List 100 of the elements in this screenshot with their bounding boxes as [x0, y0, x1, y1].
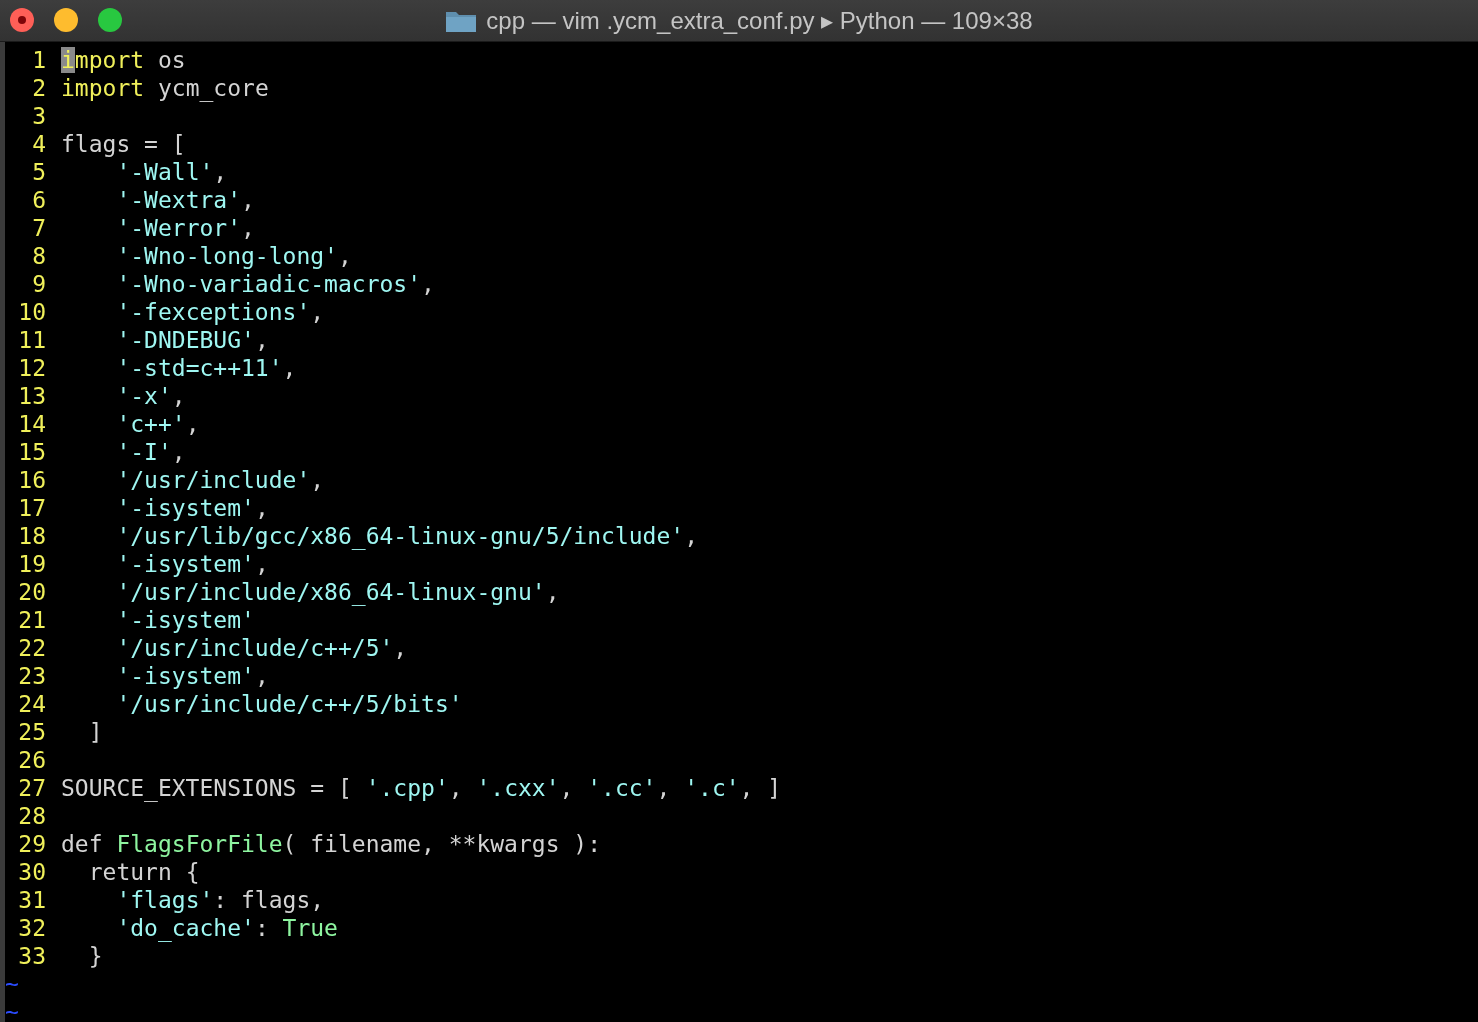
line-number: 31: [17, 886, 46, 914]
close-button[interactable]: [10, 8, 34, 32]
code-text: ,: [337, 243, 352, 269]
line-number: 5: [31, 158, 46, 186]
line-number: 12: [17, 354, 46, 382]
code-text: def: [61, 831, 104, 857]
keyword: import: [61, 75, 145, 101]
line-number: 9: [31, 270, 46, 298]
line-number: 32: [17, 914, 46, 942]
minimize-button[interactable]: [54, 8, 78, 32]
code-text: ,: [185, 411, 200, 437]
line-number: 26: [17, 746, 46, 774]
code-text: SOURCE_EXTENSIONS = [: [61, 775, 353, 801]
string-literal: '.cpp': [365, 775, 449, 801]
string-literal: '/usr/include': [116, 467, 311, 493]
string-literal: '-x': [116, 383, 172, 409]
string-literal: 'do_cache': [116, 915, 255, 941]
code-text: :: [254, 915, 270, 941]
code-text: ,: [656, 775, 672, 801]
code-text: }: [88, 943, 103, 969]
empty-line-marker: ~: [5, 970, 19, 998]
string-literal: 'c++': [116, 411, 186, 437]
line-number: 16: [17, 466, 46, 494]
string-literal: '/usr/include/c++/5/bits': [116, 691, 463, 717]
code-text: ,: [310, 467, 325, 493]
line-number: 33: [17, 942, 46, 970]
string-literal: '-Wno-variadic-macros': [116, 271, 422, 297]
code-text: : flags,: [213, 887, 325, 913]
string-literal: '-isystem': [116, 607, 255, 633]
code-text: ,: [684, 523, 698, 549]
line-number: 7: [31, 214, 46, 242]
string-literal: '-isystem': [116, 495, 255, 521]
line-number: 21: [17, 606, 46, 634]
line-number: 19: [17, 550, 46, 578]
line-number: 27: [17, 774, 46, 802]
line-number: 10: [17, 298, 46, 326]
line-number: 25: [17, 718, 46, 746]
code-text: ]: [88, 719, 103, 745]
code-text: ,: [213, 159, 228, 185]
code-text: ,: [241, 187, 255, 213]
window-title: cpp — vim .ycm_extra_conf.py ▸ Python — 109×38: [486, 5, 1033, 36]
empty-line-marker: ~: [5, 998, 19, 1022]
code-text: ,: [254, 495, 269, 521]
string-literal: '.c': [684, 775, 740, 801]
code-text: ,: [241, 215, 255, 241]
string-literal: '.cxx': [476, 775, 560, 801]
keyword: mport: [74, 47, 145, 73]
code-text: , ]: [739, 775, 782, 801]
line-number: 18: [17, 522, 46, 550]
string-literal: '.cc': [587, 775, 657, 801]
code-text: ,: [559, 775, 575, 801]
code-text: ( filename, **kwargs ):: [282, 831, 602, 857]
zoom-button[interactable]: [98, 8, 122, 32]
string-literal: '-isystem': [116, 551, 255, 577]
code-text: ,: [545, 579, 560, 605]
string-literal: '-Wextra': [116, 187, 241, 213]
constant: True: [282, 915, 338, 941]
string-literal: '-Wall': [116, 159, 214, 185]
code-text: ycm_core: [157, 75, 269, 101]
string-literal: '-I': [116, 439, 172, 465]
line-number: 13: [17, 382, 46, 410]
code-text: flags = [: [61, 131, 186, 157]
line-number: 29: [17, 830, 46, 858]
string-literal: 'flags': [116, 887, 214, 913]
code-text: ,: [254, 663, 269, 689]
line-number: 23: [17, 662, 46, 690]
code-text: ,: [282, 355, 297, 381]
code-text: ,: [254, 551, 269, 577]
line-number: 8: [31, 242, 46, 270]
code-text: ,: [310, 299, 325, 325]
string-literal: '/usr/include/c++/5': [116, 635, 394, 661]
string-literal: '-Wno-long-long': [116, 243, 338, 269]
code-text: ,: [171, 383, 186, 409]
line-number: 20: [17, 578, 46, 606]
string-literal: '/usr/lib/gcc/x86_64-linux-gnu/5/include': [116, 523, 685, 549]
code-text: ,: [393, 635, 408, 661]
code-text: ,: [421, 271, 435, 297]
line-number: 15: [17, 438, 46, 466]
line-number: 14: [17, 410, 46, 438]
line-number: 1: [31, 46, 46, 74]
string-literal: '-Werror': [116, 215, 241, 241]
string-literal: '-DNDEBUG': [116, 327, 255, 353]
code-text: return {: [88, 859, 200, 885]
line-number: 4: [31, 130, 46, 158]
code-text: ,: [254, 327, 269, 353]
function-name: FlagsForFile: [116, 831, 283, 857]
line-number: 17: [17, 494, 46, 522]
code-text: ,: [171, 439, 186, 465]
string-literal: '-fexceptions': [116, 299, 311, 325]
line-number: 3: [31, 102, 46, 130]
line-number: 28: [17, 802, 46, 830]
string-literal: '-std=c++11': [116, 355, 283, 381]
line-number: 24: [17, 690, 46, 718]
string-literal: '-isystem': [116, 663, 255, 689]
line-number: 30: [17, 858, 46, 886]
code-text: os: [157, 47, 186, 73]
line-number: 2: [31, 74, 46, 102]
cursor: i: [61, 47, 75, 73]
string-literal: '/usr/include/x86_64-linux-gnu': [116, 579, 546, 605]
line-number: 11: [17, 326, 46, 354]
